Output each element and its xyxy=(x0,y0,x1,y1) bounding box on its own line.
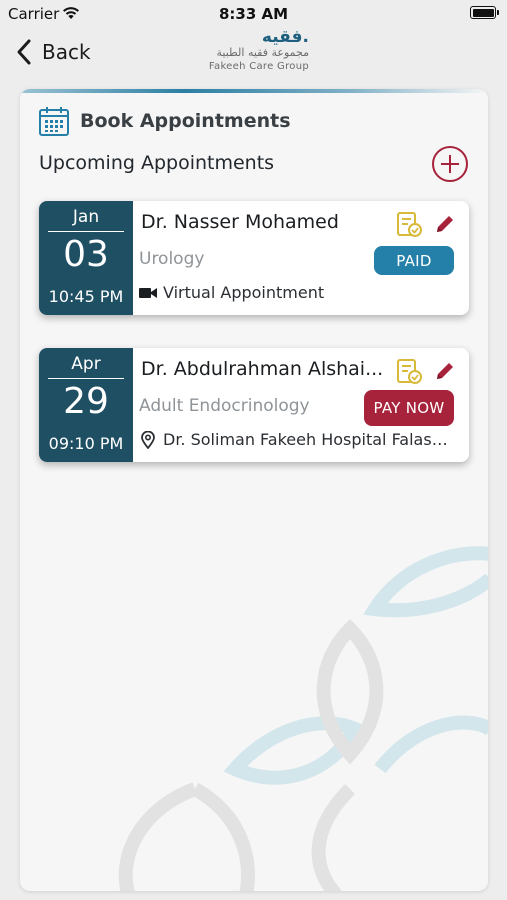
appointment-location: Dr. Soliman Fakeeh Hospital Falasti... xyxy=(138,430,453,449)
back-button[interactable]: Back xyxy=(12,37,91,67)
doctor-name: Dr. Nasser Mohamed xyxy=(141,211,339,233)
edit-pencil-icon[interactable] xyxy=(434,360,456,384)
back-label: Back xyxy=(42,40,91,64)
appointment-date-block: Jan 03 10:45 PM xyxy=(39,201,133,315)
map-pin-icon xyxy=(141,430,155,449)
appointment-time: 09:10 PM xyxy=(48,434,124,453)
add-appointment-button[interactable] xyxy=(431,145,469,183)
appointments-panel: Book Appointments Upcoming Appointments … xyxy=(20,89,488,891)
prescription-document-icon[interactable] xyxy=(395,358,423,386)
appointment-date-block: Apr 29 09:10 PM xyxy=(39,348,133,462)
logo-english-text: Fakeeh Care Group xyxy=(208,61,309,72)
specialty-label: Adult Endocrinology xyxy=(139,396,310,416)
edit-pencil-icon[interactable] xyxy=(434,213,456,237)
status-bar: Carrier 8:33 AM xyxy=(0,0,507,28)
prescription-document-icon[interactable] xyxy=(395,211,423,239)
calendar-icon xyxy=(39,107,69,136)
appointment-time: 10:45 PM xyxy=(48,287,124,306)
appointment-card[interactable]: Apr 29 09:10 PM Dr. Abdulrahman Alshai..… xyxy=(39,348,469,462)
appointment-card[interactable]: Jan 03 10:45 PM Dr. Nasser Mohamed Urolo… xyxy=(39,201,469,315)
upcoming-appointments-title: Upcoming Appointments xyxy=(39,152,275,174)
logo-arabic-mark: فقيه. xyxy=(261,27,310,47)
specialty-label: Urology xyxy=(139,249,205,269)
pay-now-button[interactable]: PAY NOW xyxy=(364,390,454,426)
appointment-month: Jan xyxy=(72,207,100,227)
book-appointments-title: Book Appointments xyxy=(80,110,291,132)
date-divider xyxy=(48,378,124,379)
appointment-day: 29 xyxy=(63,381,109,422)
date-divider xyxy=(48,231,124,232)
appointment-month: Apr xyxy=(71,354,101,374)
video-camera-icon xyxy=(139,287,157,298)
location-text: Virtual Appointment xyxy=(163,283,325,302)
fakeeh-logo: فقيه. مجموعة فقيه الطبية Fakeeh Care Gro… xyxy=(197,27,310,73)
logo-arabic-text: مجموعة فقيه الطبية xyxy=(216,46,310,59)
paid-status-button[interactable]: PAID xyxy=(374,246,454,275)
doctor-name: Dr. Abdulrahman Alshai... xyxy=(141,358,384,380)
location-text: Dr. Soliman Fakeeh Hospital Falasti... xyxy=(163,430,453,449)
nav-bar: Back فقيه. مجموعة فقيه الطبية Fakeeh Car… xyxy=(0,28,507,86)
battery-icon xyxy=(470,6,499,19)
book-appointments-header[interactable]: Book Appointments xyxy=(38,105,291,137)
status-time: 8:33 AM xyxy=(218,5,289,23)
chevron-left-icon xyxy=(17,39,31,65)
appointment-day: 03 xyxy=(63,234,109,275)
appointment-location: Virtual Appointment xyxy=(138,283,453,302)
